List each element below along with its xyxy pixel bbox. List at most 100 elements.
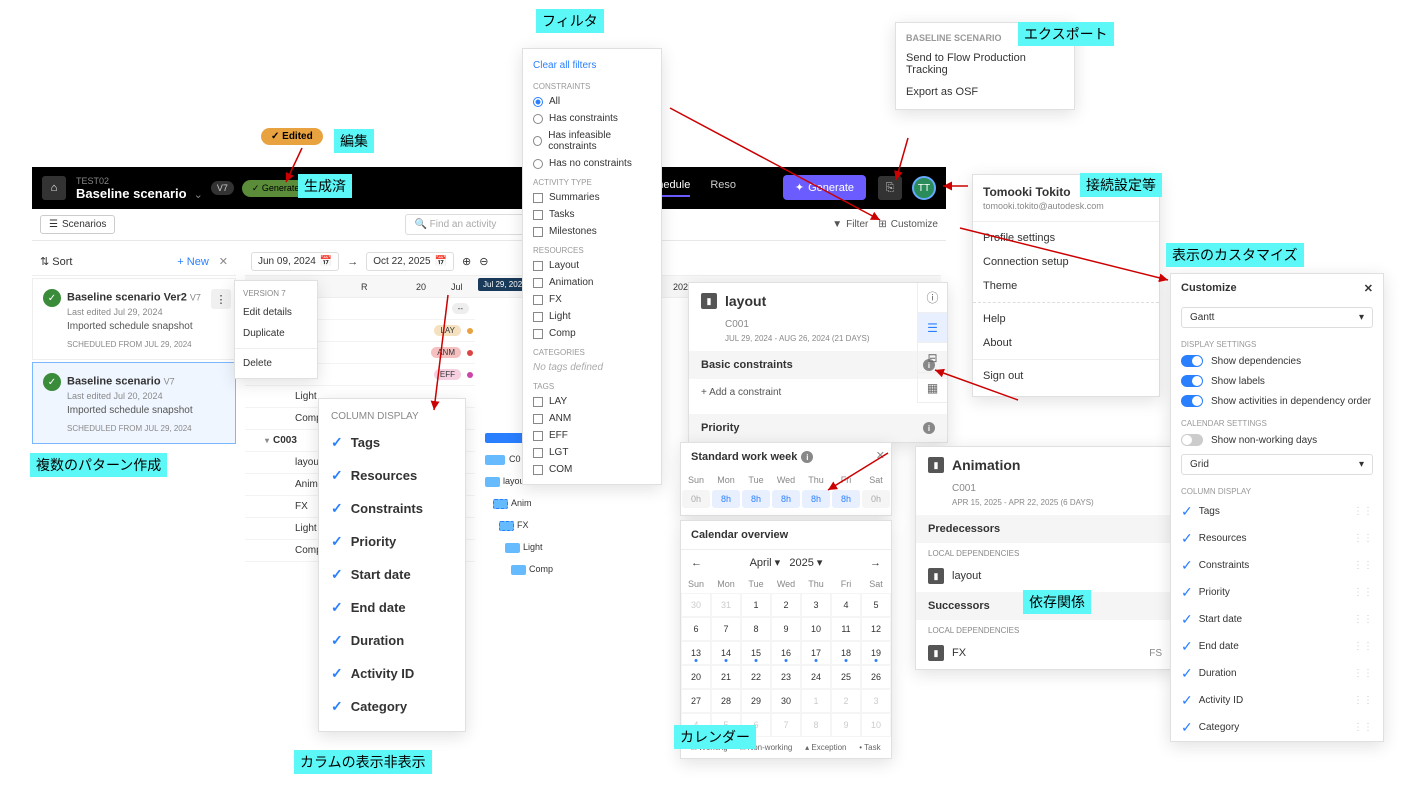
col-duration[interactable]: ✓Duration — [323, 624, 461, 657]
col-category[interactable]: ✓Category — [323, 690, 461, 723]
calendar-day[interactable]: 26 — [861, 665, 891, 689]
calendar-day[interactable]: 20 — [681, 665, 711, 689]
next-month-icon[interactable]: → — [870, 557, 881, 569]
view-gantt-select[interactable]: Gantt▾ — [1181, 307, 1373, 328]
list-icon[interactable]: ☰ — [918, 313, 947, 343]
calendar-day[interactable]: 1 — [801, 689, 831, 713]
calendar-day[interactable]: 15 — [741, 641, 771, 665]
export-flow-item[interactable]: Send to Flow Production Tracking — [896, 47, 1074, 81]
calendar-day[interactable]: 11 — [831, 617, 861, 641]
hours-sun[interactable]: 0h — [682, 490, 710, 508]
clear-filters-link[interactable]: Clear all filters — [523, 55, 661, 76]
filter-button[interactable]: ▼ Filter — [832, 219, 868, 230]
calendar-day[interactable]: 4 — [831, 593, 861, 617]
export-icon[interactable]: ⎘ — [878, 176, 902, 200]
calendar-day[interactable]: 1 — [741, 593, 771, 617]
customize-button[interactable]: ⊞ Customize — [878, 219, 938, 230]
about-item[interactable]: About — [973, 331, 1159, 355]
filter-none[interactable]: Has no constraints — [523, 155, 661, 172]
scenarios-button[interactable]: ☰ Scenarios — [40, 215, 115, 234]
filter-infeasible[interactable]: Has infeasible constraints — [523, 127, 661, 155]
filter-summaries[interactable]: Summaries — [523, 189, 661, 206]
edit-details-item[interactable]: Edit details — [235, 302, 317, 323]
chevron-down-icon[interactable]: ⌄ — [194, 189, 203, 201]
tag-lay[interactable]: LAY — [523, 393, 661, 410]
toggle-dependencies[interactable]: Show dependencies — [1171, 351, 1383, 371]
info-icon[interactable]: i — [923, 422, 935, 434]
signout-item[interactable]: Sign out — [973, 364, 1159, 388]
hours-sat[interactable]: 0h — [862, 490, 890, 508]
cc-startdate[interactable]: ✓Start date⋮⋮ — [1171, 606, 1383, 633]
close-icon[interactable]: ✕ — [1364, 282, 1373, 295]
calendar-day[interactable]: 3 — [801, 593, 831, 617]
hours-tue[interactable]: 8h — [742, 490, 770, 508]
tag-com[interactable]: COM — [523, 461, 661, 478]
calendar-day[interactable]: 18 — [831, 641, 861, 665]
hours-fri[interactable]: 8h — [832, 490, 860, 508]
col-enddate[interactable]: ✓End date — [323, 591, 461, 624]
calendar-day[interactable]: 30 — [681, 593, 711, 617]
calendar-day[interactable]: 3 — [861, 689, 891, 713]
info-icon[interactable]: i — [801, 451, 813, 463]
calendar-day[interactable]: 7 — [711, 617, 741, 641]
new-button[interactable]: + New — [177, 256, 209, 268]
successor-item[interactable]: ▮FXFS — [916, 637, 1174, 669]
filter-all[interactable]: All — [523, 93, 661, 110]
calendar-day[interactable]: 7 — [771, 713, 801, 737]
filter-has[interactable]: Has constraints — [523, 110, 661, 127]
scenario-title[interactable]: Baseline scenario — [76, 186, 187, 201]
cc-activityid[interactable]: ✓Activity ID⋮⋮ — [1171, 687, 1383, 714]
cc-tags[interactable]: ✓Tags⋮⋮ — [1171, 498, 1383, 525]
toggle-labels[interactable]: Show labels — [1171, 371, 1383, 391]
tag-anm[interactable]: ANM — [523, 410, 661, 427]
close-icon[interactable]: ✕ — [219, 255, 228, 268]
hours-mon[interactable]: 8h — [712, 490, 740, 508]
calendar-day[interactable]: 8 — [741, 617, 771, 641]
scenario-card[interactable]: ✓Baseline scenario Ver2 V7 Last edited J… — [32, 278, 236, 360]
col-priority[interactable]: ✓Priority — [323, 525, 461, 558]
filter-tasks[interactable]: Tasks — [523, 206, 661, 223]
calendar-day[interactable]: 9 — [771, 617, 801, 641]
calendar-day[interactable]: 9 — [831, 713, 861, 737]
calendar-day[interactable]: 30 — [771, 689, 801, 713]
zoom-out-icon[interactable]: ⊖ — [479, 255, 488, 268]
calendar-day[interactable]: 8 — [801, 713, 831, 737]
user-avatar[interactable]: TT — [912, 176, 936, 200]
col-startdate[interactable]: ✓Start date — [323, 558, 461, 591]
filter-light[interactable]: Light — [523, 308, 661, 325]
calendar-day[interactable]: 13 — [681, 641, 711, 665]
cc-resources[interactable]: ✓Resources⋮⋮ — [1171, 525, 1383, 552]
calendar-icon[interactable]: ▦ — [918, 373, 947, 403]
home-icon[interactable]: ⌂ — [42, 176, 66, 200]
calendar-day[interactable]: 14 — [711, 641, 741, 665]
connection-setup-item[interactable]: Connection setup — [973, 250, 1159, 274]
tab-resources[interactable]: Reso — [710, 179, 736, 197]
tag-lgt[interactable]: LGT — [523, 444, 661, 461]
calendar-day[interactable]: 2 — [771, 593, 801, 617]
sort-button[interactable]: ⇅ Sort — [40, 255, 72, 268]
calendar-day[interactable]: 31 — [711, 593, 741, 617]
delete-item[interactable]: Delete — [235, 353, 317, 374]
cc-duration[interactable]: ✓Duration⋮⋮ — [1171, 660, 1383, 687]
calendar-day[interactable]: 2 — [831, 689, 861, 713]
cc-category[interactable]: ✓Category⋮⋮ — [1171, 714, 1383, 741]
calendar-day[interactable]: 10 — [861, 713, 891, 737]
toggle-nonworking[interactable]: Show non-working days — [1171, 430, 1383, 450]
col-tags[interactable]: ✓Tags — [323, 426, 461, 459]
calendar-day[interactable]: 29 — [741, 689, 771, 713]
calendar-day[interactable]: 27 — [681, 689, 711, 713]
help-item[interactable]: Help — [973, 307, 1159, 331]
view-grid-select[interactable]: Grid▾ — [1181, 454, 1373, 475]
tree-icon[interactable]: ⊟ — [918, 343, 947, 373]
col-activityid[interactable]: ✓Activity ID — [323, 657, 461, 690]
calendar-day[interactable]: 25 — [831, 665, 861, 689]
theme-item[interactable]: Theme — [973, 274, 1159, 298]
cc-enddate[interactable]: ✓End date⋮⋮ — [1171, 633, 1383, 660]
calendar-day[interactable]: 23 — [771, 665, 801, 689]
start-date-input[interactable]: Jun 09, 2024 📅 — [251, 252, 339, 271]
calendar-day[interactable]: 10 — [801, 617, 831, 641]
calendar-day[interactable]: 28 — [711, 689, 741, 713]
more-icon[interactable]: ⋮ — [211, 289, 231, 309]
generate-button[interactable]: ✦ Generate — [783, 175, 866, 200]
filter-milestones[interactable]: Milestones — [523, 223, 661, 240]
